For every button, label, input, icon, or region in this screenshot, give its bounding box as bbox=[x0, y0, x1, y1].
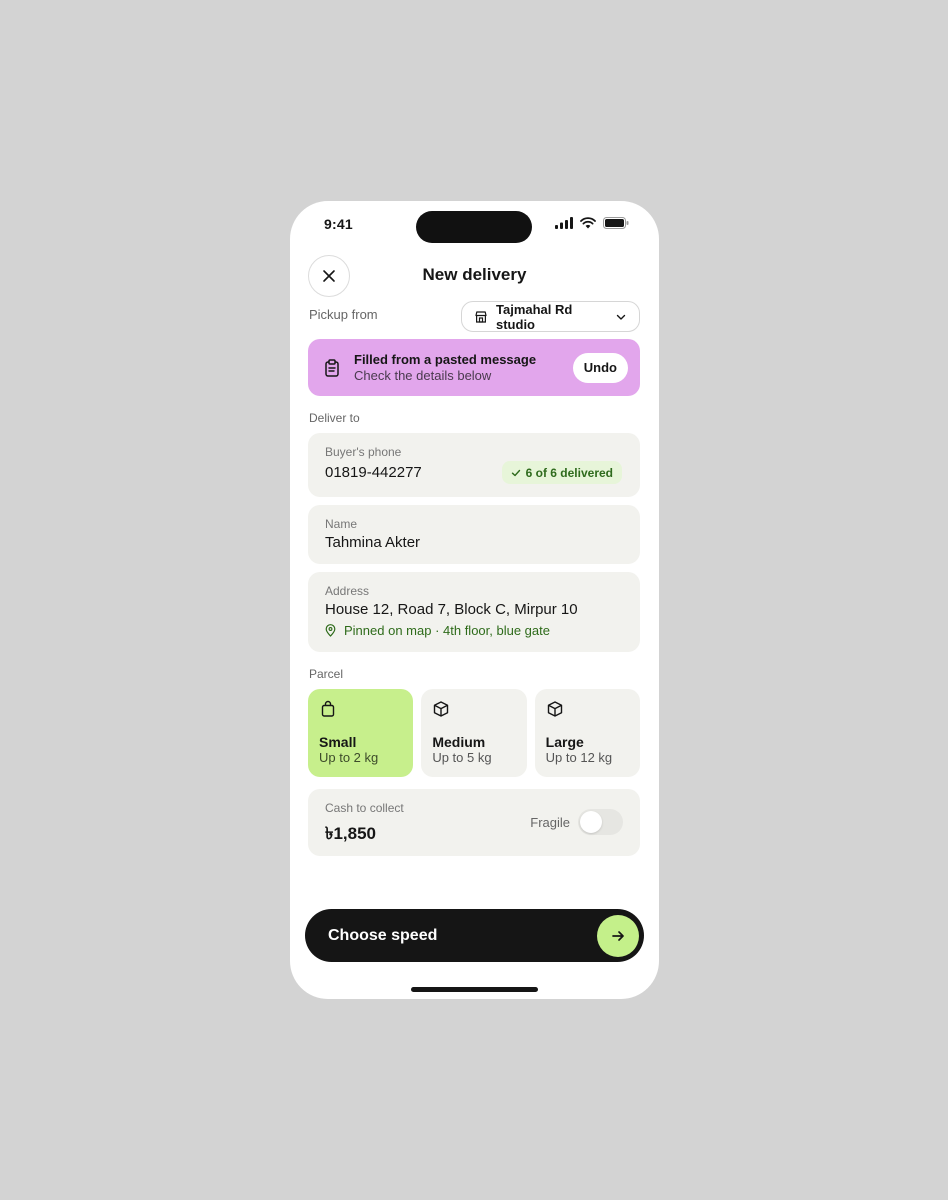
parcel-option-weight: Up to 12 kg bbox=[545, 750, 613, 765]
dynamic-island bbox=[416, 211, 532, 243]
bag-icon bbox=[321, 700, 335, 717]
address-field[interactable]: Address House 12, Road 7, Block C, Mirpu… bbox=[308, 572, 640, 652]
pickup-location-value: Tajmahal Rd studio bbox=[496, 301, 573, 332]
address-value: House 12, Road 7, Block C, Mirpur 10 bbox=[325, 601, 578, 618]
name-field[interactable]: Name Tahmina Akter bbox=[308, 505, 640, 564]
parcel-label: Parcel bbox=[309, 667, 344, 681]
arrow-right-icon bbox=[597, 914, 639, 957]
box-icon bbox=[547, 701, 562, 717]
parcel-option-name: Medium bbox=[432, 734, 486, 750]
status-icons bbox=[555, 217, 629, 229]
autofill-banner: Filled from a pasted message Check the d… bbox=[308, 339, 640, 396]
parcel-option-weight: Up to 5 kg bbox=[432, 750, 492, 765]
banner-subtitle: Check the details below bbox=[354, 368, 492, 383]
parcel-size-options: Small Up to 2 kg Medium Up to 5 kg Large… bbox=[308, 689, 640, 777]
address-label: Address bbox=[325, 584, 370, 598]
parcel-option-large[interactable]: Large Up to 12 kg bbox=[534, 689, 640, 777]
status-time: 9:41 bbox=[324, 216, 353, 232]
pickup-label: Pickup from bbox=[309, 307, 378, 322]
fragile-label: Fragile bbox=[530, 814, 570, 830]
cash-to-collect-field[interactable]: Cash to collect ৳1,850 Fragile bbox=[308, 789, 640, 856]
cash-label: Cash to collect bbox=[325, 801, 404, 815]
name-label: Name bbox=[325, 517, 358, 531]
buyer-phone-value: 01819-442277 bbox=[325, 464, 422, 481]
wifi-icon bbox=[580, 217, 596, 229]
pickup-location-select[interactable]: Tajmahal Rd studio bbox=[461, 301, 640, 332]
parcel-option-medium[interactable]: Medium Up to 5 kg bbox=[421, 689, 527, 777]
home-indicator bbox=[411, 987, 538, 992]
parcel-option-name: Small bbox=[319, 734, 357, 750]
phone-screen: 9:41 New delivery Pickup from Tajmahal R… bbox=[290, 201, 659, 999]
map-pin-icon bbox=[325, 624, 336, 637]
delivery-history-badge: 6 of 6 delivered bbox=[501, 461, 622, 484]
delivery-history-text: 6 of 6 delivered bbox=[525, 465, 613, 480]
map-pin-note[interactable]: Pinned on map · 4th floor, blue gate bbox=[325, 623, 550, 638]
map-pin-text: Pinned on map · 4th floor, blue gate bbox=[344, 623, 550, 638]
choose-speed-label: Choose speed bbox=[328, 926, 438, 944]
buyer-phone-field[interactable]: Buyer's phone 01819-442277 6 of 6 delive… bbox=[308, 433, 640, 497]
chevron-down-icon bbox=[616, 314, 626, 320]
name-value: Tahmina Akter bbox=[325, 534, 421, 551]
page-title: New delivery bbox=[422, 265, 527, 284]
signal-icon bbox=[555, 217, 573, 229]
toggle-knob bbox=[580, 811, 602, 833]
choose-speed-button[interactable]: Choose speed bbox=[305, 909, 644, 962]
fragile-control: Fragile bbox=[530, 809, 623, 835]
undo-button[interactable]: Undo bbox=[572, 352, 628, 383]
banner-title: Filled from a pasted message bbox=[354, 352, 537, 367]
check-icon bbox=[511, 469, 520, 476]
store-icon bbox=[475, 310, 487, 323]
parcel-option-weight: Up to 2 kg bbox=[319, 750, 379, 765]
clipboard-icon bbox=[324, 358, 342, 377]
box-icon bbox=[434, 701, 449, 717]
fragile-toggle[interactable] bbox=[578, 809, 623, 835]
deliver-to-label: Deliver to bbox=[309, 411, 360, 425]
parcel-option-small[interactable]: Small Up to 2 kg bbox=[308, 689, 414, 777]
battery-icon bbox=[603, 217, 629, 229]
parcel-option-name: Large bbox=[545, 734, 584, 750]
buyer-phone-label: Buyer's phone bbox=[325, 445, 402, 459]
cash-value: ৳1,850 bbox=[325, 824, 377, 843]
